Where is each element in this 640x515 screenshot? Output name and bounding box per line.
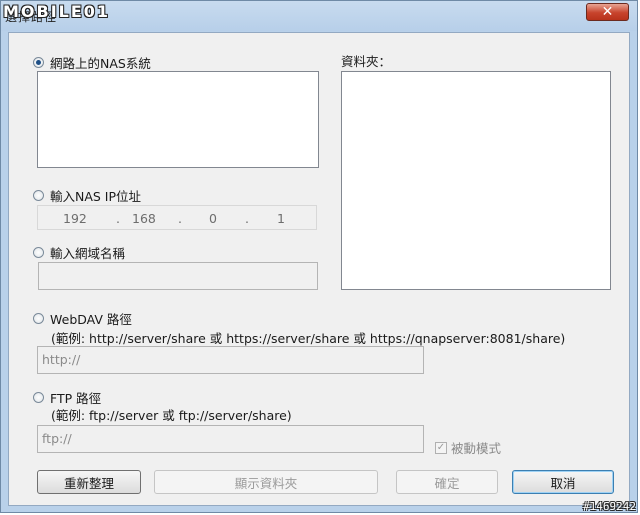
nas-radio[interactable]: [33, 57, 44, 68]
dialog-body: 網路上的NAS系統 資料夾： 輸入NAS IP位址 192 . 168 . 0 …: [8, 32, 630, 506]
nas-label: 網路上的NAS系統: [50, 56, 151, 71]
domain-option[interactable]: 輸入網域名稱: [33, 243, 125, 262]
ftp-input[interactable]: ftp://: [37, 425, 424, 453]
nas-option[interactable]: 網路上的NAS系統: [33, 53, 151, 72]
cancel-button[interactable]: 取消: [512, 470, 614, 494]
domain-radio[interactable]: [33, 247, 44, 258]
webdav-label: WebDAV 路徑: [50, 312, 132, 327]
passive-mode-label: 被動模式: [451, 441, 502, 456]
show-folder-button[interactable]: 顯示資料夾: [154, 470, 378, 494]
ftp-hint: (範例: ftp://server 或 ftp://server/share): [51, 408, 292, 423]
ip-radio[interactable]: [33, 190, 44, 201]
dialog-window: 選擇路徑 MOBILE01 ✕ 網路上的NAS系統 資料夾： 輸入NAS IP位…: [0, 0, 638, 513]
ip-dot-3: .: [245, 211, 249, 226]
passive-mode-checkbox[interactable]: ✓: [435, 441, 447, 454]
close-icon: ✕: [601, 4, 614, 20]
folder-label: 資料夾：: [341, 54, 392, 69]
close-button[interactable]: ✕: [586, 3, 629, 21]
ip-option[interactable]: 輸入NAS IP位址: [33, 186, 141, 205]
ip-address-field[interactable]: 192 . 168 . 0 . 1: [37, 205, 317, 230]
domain-label: 輸入網域名稱: [50, 246, 126, 261]
ip-octet-2[interactable]: 168: [132, 211, 156, 226]
webdav-option[interactable]: WebDAV 路徑: [33, 309, 132, 328]
webdav-hint: (範例: http://server/share 或 https://serve…: [51, 331, 566, 346]
nas-list[interactable]: [37, 71, 319, 168]
refresh-button[interactable]: 重新整理: [37, 470, 141, 494]
ip-dot-2: .: [178, 211, 182, 226]
ftp-radio[interactable]: [33, 392, 44, 403]
ok-button[interactable]: 確定: [396, 470, 498, 494]
watermark-logo: MOBILE01: [3, 2, 111, 21]
webdav-input[interactable]: http://: [37, 346, 424, 374]
ip-octet-4[interactable]: 1: [277, 211, 285, 226]
ip-octet-3[interactable]: 0: [209, 211, 217, 226]
folder-list[interactable]: [341, 71, 611, 290]
webdav-radio[interactable]: [33, 313, 44, 324]
ip-dot-1: .: [116, 211, 120, 226]
passive-mode-option[interactable]: ✓ 被動模式: [435, 438, 501, 457]
post-id-watermark: #1469242: [583, 500, 636, 513]
ip-octet-1[interactable]: 192: [63, 211, 87, 226]
title-bar[interactable]: 選擇路徑 MOBILE01 ✕: [1, 1, 637, 31]
domain-input[interactable]: [38, 262, 318, 290]
ip-label: 輸入NAS IP位址: [50, 189, 142, 204]
